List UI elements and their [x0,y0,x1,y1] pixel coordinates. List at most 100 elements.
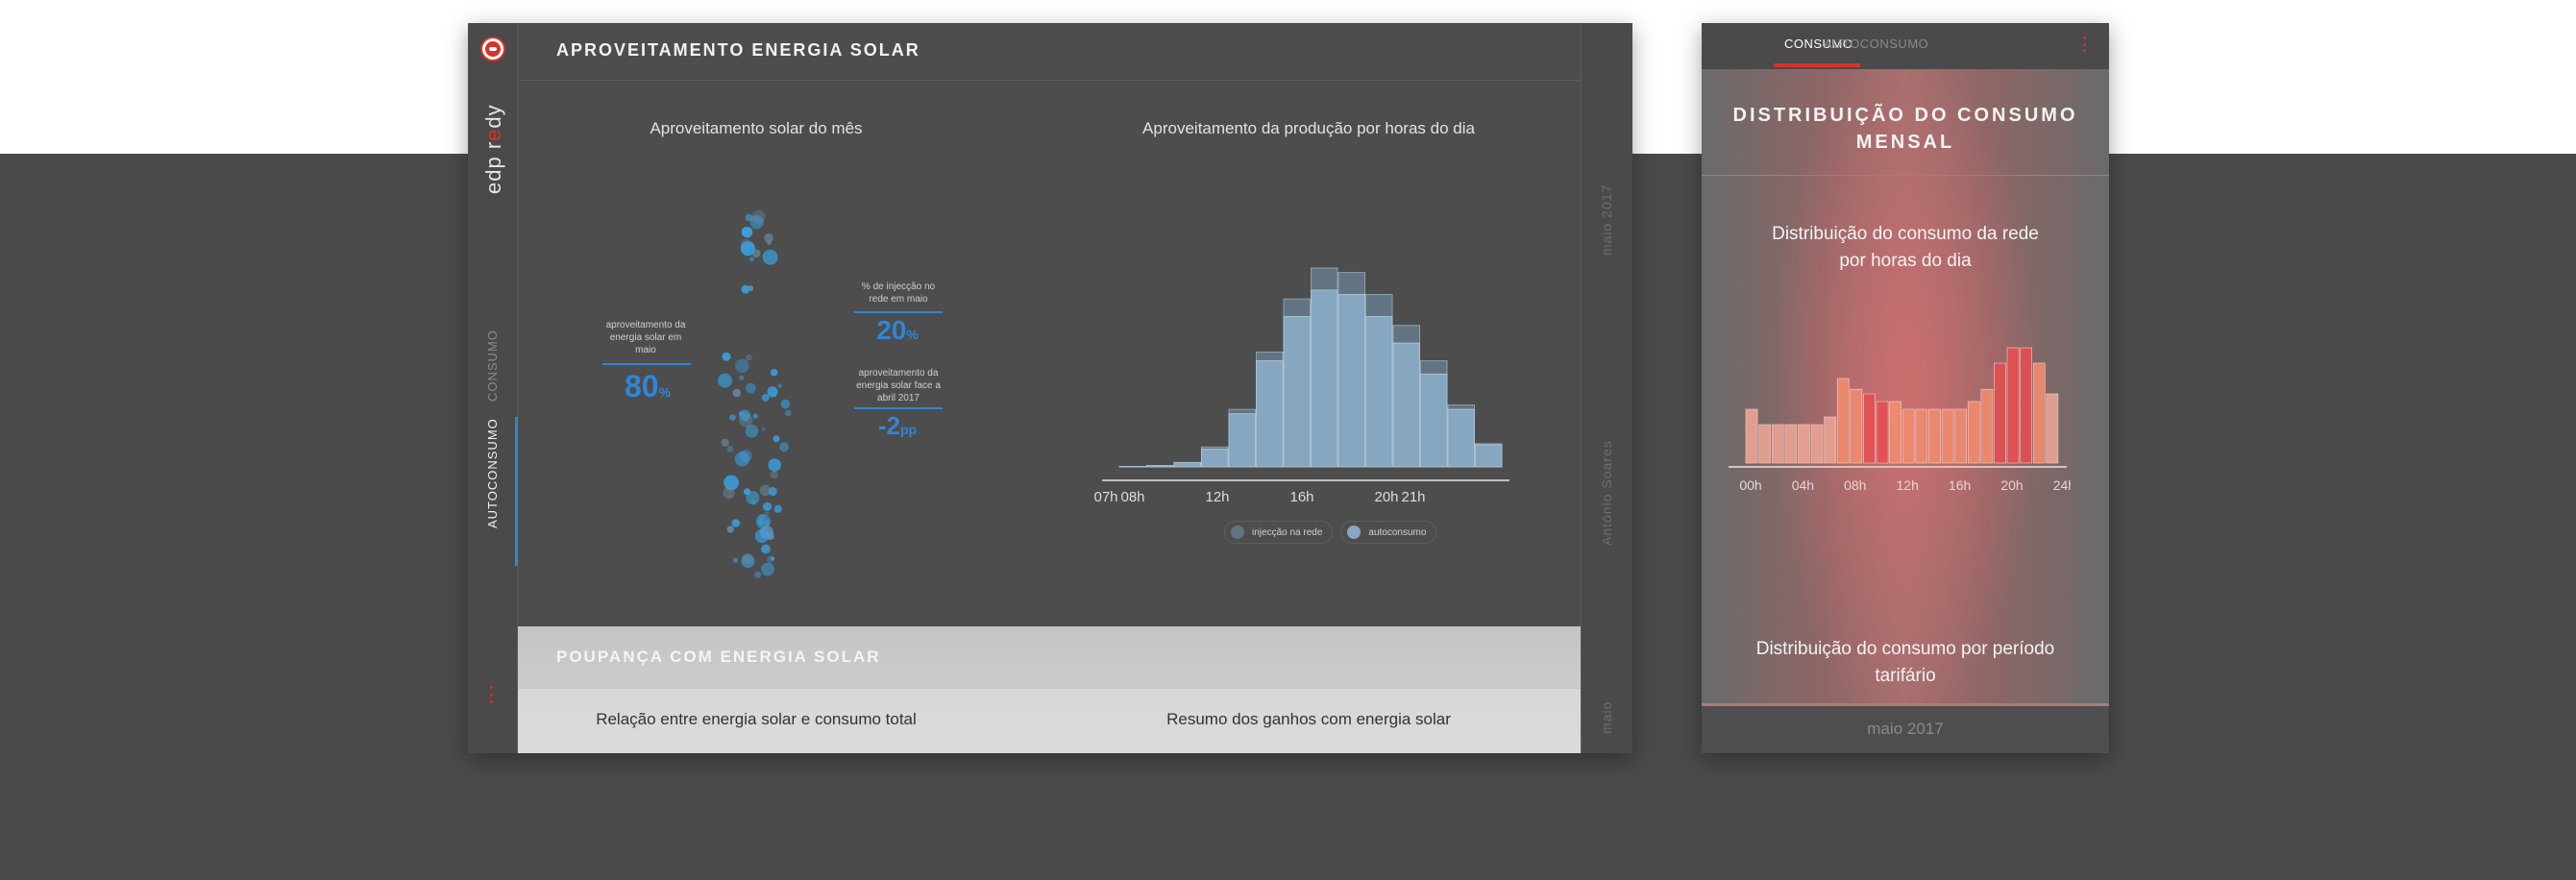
bar-consumo [1784,424,1798,464]
bubble [732,557,739,563]
bar-consumo [1889,401,1902,464]
bubble [739,409,751,422]
x-tick-label: 20h [2000,477,2023,493]
bubble [770,470,778,479]
x-tick-label: 08h [1120,489,1144,505]
bubble [768,458,781,472]
bubble [784,409,792,417]
x-tick-label: 04h [1792,477,1814,493]
bar-autoconsumo [1201,449,1229,468]
header: APROVEITAMENTO ENERGIA SOLAR [518,23,1581,81]
bubble [767,555,774,563]
bar-consumo [1863,393,1876,464]
menu-kebab-icon[interactable] [2083,37,2087,52]
x-tick-label: 00h [1739,477,1761,493]
bubble [761,562,774,576]
bubble [767,240,772,246]
mobile-tabs: CONSUMO AUTOCONSUMO [1702,23,2109,69]
bar-injeccao [1365,294,1393,318]
bar-autoconsumo [1173,461,1201,468]
bar-consumo [1928,408,1941,464]
bubble [754,571,762,578]
bar-consumo [1798,424,1810,464]
period-label[interactable]: maio 2017 [1599,184,1614,256]
metric-value-aproveitamento: 80% [624,369,672,403]
sidebar-item-autoconsumo[interactable]: AUTOCONSUMO [485,418,500,528]
bar-consumo [1915,408,1928,464]
user-name[interactable]: António Soares [1599,440,1614,546]
bar-autoconsumo [1475,444,1503,468]
chart-legend: injecção na rede autoconsumo [1224,521,1437,544]
bubble [762,249,778,265]
bar-injeccao [1447,404,1475,410]
page-title: APROVEITAMENTO ENERGIA SOLAR [556,40,920,60]
bar-injeccao [1256,351,1284,362]
bubble [739,375,745,380]
bubble [723,486,735,500]
bubble [745,213,753,222]
mobile-period-label[interactable]: maio 2017 [1702,720,2109,739]
legend-swatch [1231,526,1244,539]
bubble [731,519,741,527]
bar-injeccao [1228,408,1256,415]
bubble [735,358,749,374]
right-rail: maio 2017 António Soares maio [1581,23,1632,753]
metric-rule [854,311,943,313]
x-tick-label: 12h [1897,477,1919,493]
bubble [770,368,778,377]
bubble [740,241,755,257]
bar-autoconsumo [1420,373,1448,468]
x-tick-label: 20h [1374,489,1398,505]
bubble [726,526,734,533]
bubble [761,427,766,431]
bubble [729,414,736,421]
bar-injeccao [1337,272,1365,296]
bubble [755,514,771,529]
bar-injeccao [1283,298,1311,318]
bar-consumo [1810,424,1824,464]
bar-autoconsumo [1256,360,1284,468]
bubble [746,382,756,394]
bar-consumo [1850,388,1863,464]
bubble [746,491,760,505]
x-tick-label: 24h [2053,477,2071,493]
bar-consumo [1771,424,1784,464]
bubble [741,284,750,294]
metric-rule [854,407,943,409]
menu-kebab-icon[interactable] [490,686,494,703]
edp-logo-icon[interactable] [482,38,503,60]
bar-injeccao [1311,267,1338,291]
legend-label: autoconsumo [1368,526,1427,538]
bar-consumo [1836,378,1850,464]
savings-section: POUPANÇA COM ENERGIA SOLAR Relação entre… [518,626,1581,753]
bubble [761,394,770,402]
desktop-window: edp redy CONSUMO AUTOCONSUMO APROVEITAME… [468,23,1632,753]
bar-consumo [1954,408,1968,464]
bar-consumo [2006,347,2020,464]
hourly-consumption-title: Distribuição do consumo da rede por horas… [1772,224,2039,271]
legend-item-autoconsumo[interactable]: autoconsumo [1340,521,1437,544]
bar-autoconsumo [1365,316,1393,468]
mobile-body: DISTRIBUIÇÃO DO CONSUMO MENSAL Distribuiç… [1702,69,2109,703]
solar-vs-consumption-title: Relação entre energia solar e consumo to… [596,710,917,728]
bubble [742,552,753,565]
active-tab-indicator [1774,63,1860,67]
bubble [721,438,729,448]
bubble [718,373,732,388]
bubble [732,388,742,398]
legend-item-injeccao[interactable]: injecção na rede [1224,521,1334,544]
x-tick-label: 16h [1949,477,1971,493]
bar-autoconsumo [1337,294,1365,468]
bubble [777,383,783,389]
sidebar-item-consumo[interactable]: CONSUMO [485,330,500,402]
mobile-footer: maio 2017 [1702,703,2109,753]
bar-autoconsumo [1311,289,1338,468]
bubble [779,442,790,452]
bar-injeccao [1420,360,1448,375]
bubble [752,413,758,419]
metric-label-aproveitamento: aproveitamento da energia solar em maio [605,320,686,355]
tab-autoconsumo[interactable]: AUTOCONSUMO [1824,37,1928,51]
bubble [748,257,754,262]
x-tick-label: 07h [1094,489,1118,505]
bubble [763,501,773,511]
